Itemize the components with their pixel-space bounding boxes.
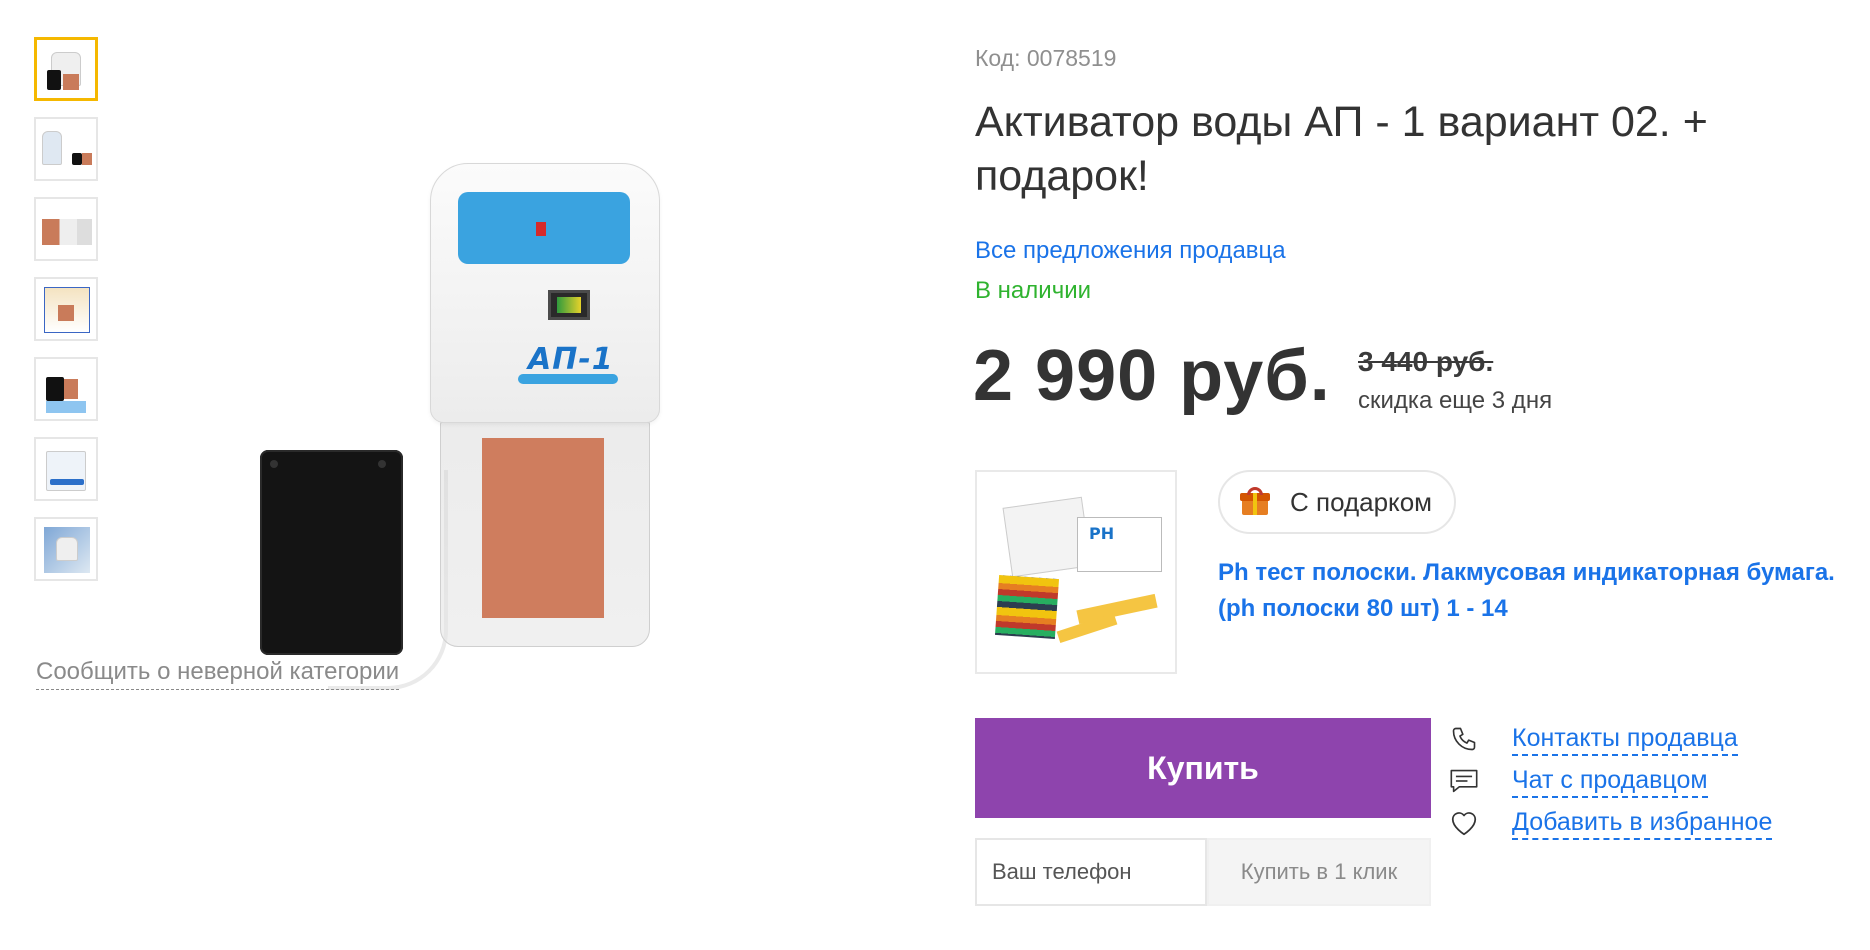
- thumbnail-list: [34, 37, 98, 597]
- thumbnail-1[interactable]: [34, 37, 98, 101]
- seller-chat-action[interactable]: Чат с продавцом: [1448, 760, 1772, 802]
- gift-product-link[interactable]: Ph тест полоски. Лакмусовая индикаторная…: [1218, 555, 1858, 627]
- old-price: 3 440 руб.: [1358, 346, 1494, 377]
- add-to-favorites-action[interactable]: Добавить в избранное: [1448, 802, 1773, 844]
- seller-contacts-action[interactable]: Контакты продавца: [1448, 718, 1772, 760]
- thumbnail-7[interactable]: [34, 517, 98, 581]
- thumbnail-6[interactable]: [34, 437, 98, 501]
- seller-offers-link[interactable]: Все предложения продавца: [975, 237, 1286, 265]
- thumbnail-2[interactable]: [34, 117, 98, 181]
- heart-icon: [1448, 807, 1480, 839]
- product-image-label: АП-1: [528, 342, 614, 377]
- discount-note: скидка еще 3 дня: [1358, 387, 1553, 414]
- gift-badge-label: С подарком: [1290, 486, 1433, 517]
- seller-contacts-label: Контакты продавца: [1512, 723, 1738, 756]
- one-click-buy-button[interactable]: Купить в 1 клик: [1207, 838, 1431, 906]
- thumbnail-4[interactable]: [34, 277, 98, 341]
- report-category-link[interactable]: Сообщить о неверной категории: [36, 658, 400, 690]
- gift-image[interactable]: PH: [975, 470, 1177, 674]
- product-title: Активатор воды АП - 1 вариант 02. + пода…: [975, 98, 1708, 200]
- gift-icon: [1240, 487, 1270, 517]
- gift-badge: С подарком: [1218, 470, 1457, 534]
- thumbnail-3[interactable]: [34, 197, 98, 261]
- add-to-favorites-label: Добавить в избранное: [1512, 807, 1773, 840]
- seller-actions: Контакты продавца Чат с продавцом Добави…: [1448, 718, 1773, 844]
- product-code: Код: 0078519: [975, 45, 1117, 71]
- chat-icon: [1448, 765, 1480, 797]
- phone-icon: [1448, 723, 1480, 755]
- thumbnail-5[interactable]: [34, 357, 98, 421]
- phone-input[interactable]: [975, 838, 1207, 906]
- gift-image-text: PH: [1089, 524, 1115, 543]
- product-image[interactable]: АП-1: [250, 150, 720, 690]
- seller-chat-label: Чат с продавцом: [1512, 765, 1708, 798]
- stock-status: В наличии: [975, 277, 1092, 304]
- buy-button[interactable]: Купить: [975, 718, 1431, 818]
- current-price: 2 990 руб.: [973, 336, 1331, 416]
